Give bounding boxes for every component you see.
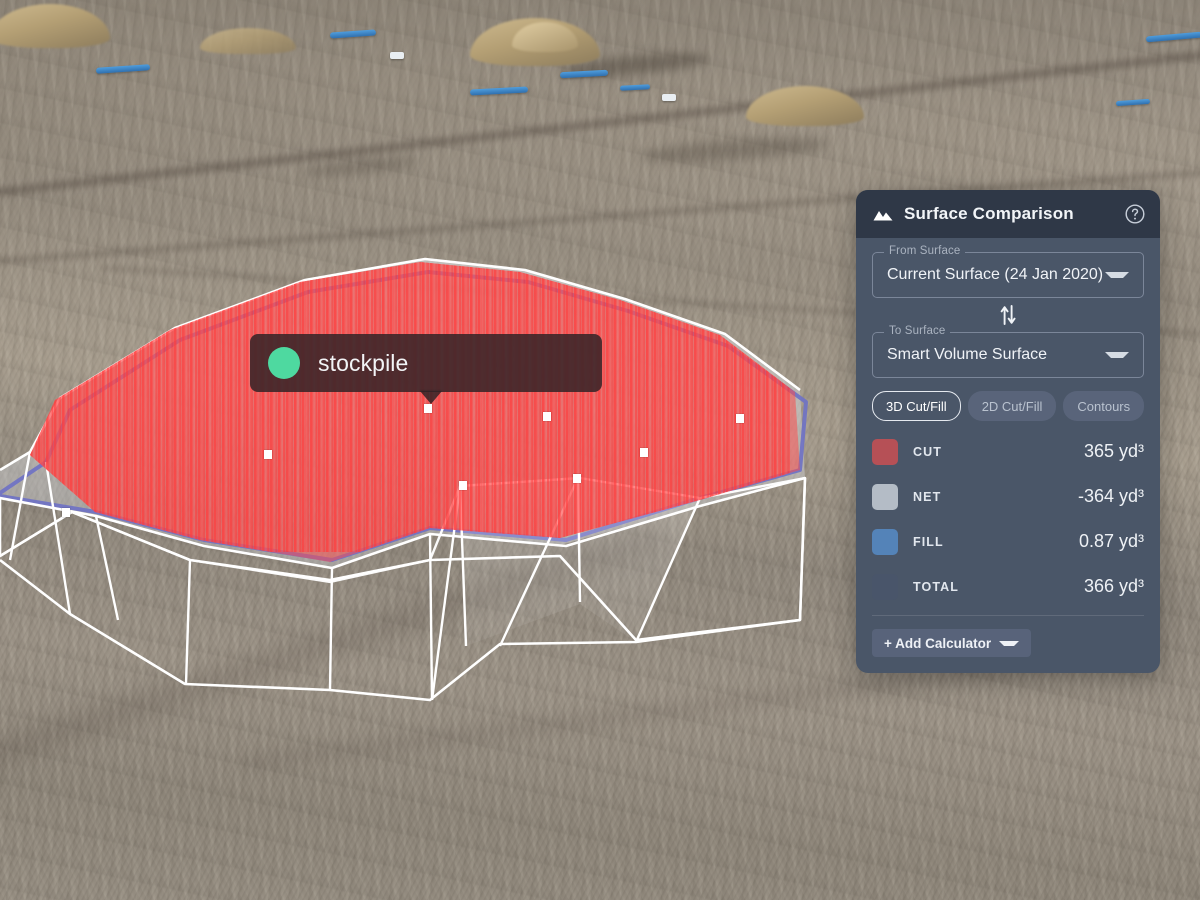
surface-comparison-panel[interactable]: Surface Comparison From Surface Current …: [856, 190, 1160, 673]
surface-vertex-handle[interactable]: [62, 508, 70, 517]
surface-vertex-handle[interactable]: [264, 450, 272, 459]
panel-footer: + Add Calculator: [856, 616, 1160, 673]
fill-color-swatch: [872, 528, 898, 555]
surface-vertex-handle[interactable]: [736, 414, 744, 423]
to-surface-select[interactable]: To Surface Smart Volume Surface: [872, 325, 1144, 378]
swap-vertical-icon[interactable]: [998, 304, 1018, 326]
metric-row-fill: FILL 0.87 yd³: [872, 519, 1144, 564]
cut-label: CUT: [913, 444, 942, 459]
total-label: TOTAL: [913, 579, 960, 594]
metric-row-cut: CUT 365 yd³: [872, 429, 1144, 474]
stockpile-label-tooltip[interactable]: stockpile: [250, 334, 602, 392]
surface-vertex-handle[interactable]: [424, 404, 432, 413]
chevron-down-icon[interactable]: [999, 640, 1020, 646]
chevron-down-icon[interactable]: [1105, 272, 1129, 278]
to-surface-legend: To Surface: [884, 325, 951, 337]
panel-header: Surface Comparison: [856, 190, 1160, 238]
net-label: NET: [913, 489, 942, 504]
chevron-down-icon[interactable]: [1105, 352, 1129, 358]
stockpile-label-text: stockpile: [318, 349, 409, 376]
mountain-peaks-icon: [873, 211, 893, 221]
cut-value: 365 yd³: [1083, 441, 1144, 461]
surface-vertex-handle[interactable]: [459, 481, 467, 490]
total-color-swatch: [872, 573, 898, 600]
tab-2d-cut-fill[interactable]: 2D Cut/Fill: [967, 391, 1057, 421]
tab-3d-cut-fill[interactable]: 3D Cut/Fill: [872, 391, 961, 421]
add-calculator-button[interactable]: + Add Calculator: [872, 629, 1032, 657]
tab-contours[interactable]: Contours: [1063, 391, 1145, 421]
question-circle-icon[interactable]: [1124, 203, 1146, 225]
cut-color-swatch: [872, 438, 898, 465]
metrics-list: CUT 365 yd³ NET -364 yd³ FILL 0.87 yd³ T…: [872, 429, 1144, 609]
map-3d-viewport[interactable]: stockpile Surface Comparison From Surfac…: [0, 0, 1200, 900]
fill-value: 0.87 yd³: [1078, 531, 1144, 551]
total-value: 366 yd³: [1083, 576, 1144, 596]
tooltip-pointer: [420, 391, 442, 404]
calculation-mode-tabs: 3D Cut/Fill 2D Cut/Fill Contours: [872, 391, 1145, 421]
panel-title: Surface Comparison: [904, 204, 1074, 223]
net-value: -364 yd³: [1077, 486, 1144, 506]
from-surface-value: Current Surface (24 Jan 2020): [887, 266, 1104, 283]
surface-vertex-handle[interactable]: [640, 448, 648, 457]
fill-label: FILL: [913, 534, 944, 549]
from-surface-legend: From Surface: [884, 245, 966, 257]
surface-vertex-handle[interactable]: [543, 412, 551, 421]
site-marker: [662, 94, 676, 101]
stockpile-color-dot: [268, 347, 300, 379]
to-surface-value: Smart Volume Surface: [887, 346, 1048, 363]
metric-row-net: NET -364 yd³: [872, 474, 1144, 519]
site-marker: [390, 52, 404, 59]
add-calculator-label: + Add Calculator: [884, 635, 992, 651]
metric-row-total: TOTAL 366 yd³: [872, 564, 1144, 609]
from-surface-select[interactable]: From Surface Current Surface (24 Jan 202…: [872, 245, 1144, 298]
net-color-swatch: [872, 483, 898, 510]
surface-vertex-handle[interactable]: [573, 474, 581, 483]
